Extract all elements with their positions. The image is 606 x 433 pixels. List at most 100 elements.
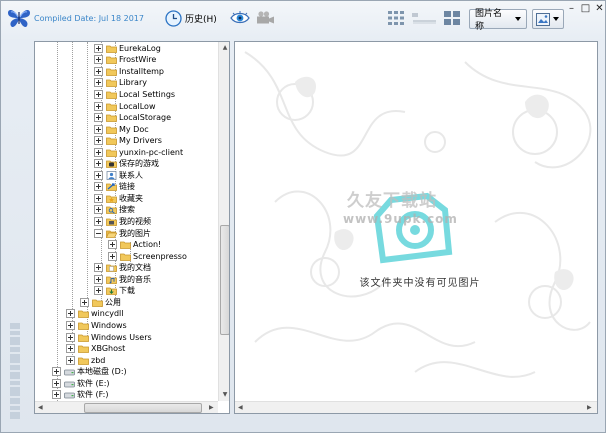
expand-icon[interactable] [94,55,103,65]
tree-row[interactable]: My Doc [94,123,149,135]
video-camera-icon[interactable] [255,10,275,26]
tree-row[interactable]: 联系人 [94,170,143,182]
tree-row[interactable]: yunxin-pc-client [94,146,183,158]
tree-row-label: Screenpresso [133,251,187,261]
expand-icon[interactable] [94,89,103,99]
expand-icon[interactable] [66,320,75,330]
expand-icon[interactable] [94,147,103,157]
expand-icon[interactable] [94,113,103,123]
tree-row[interactable]: XBGhost [66,343,125,355]
large-thumbnails-icon[interactable] [443,10,461,26]
close-icon[interactable]: ✕ [594,3,605,14]
thumbnail-horizontal-scrollbar[interactable]: ◀ ▶ [235,401,597,413]
tree-row[interactable]: Local Settings [94,89,175,101]
expand-icon[interactable] [94,43,103,53]
tree-row[interactable]: Windows Users [66,331,152,343]
scroll-left-icon[interactable]: ◀ [238,404,243,412]
tree-row[interactable]: 收藏夹 [94,193,143,205]
tree-row[interactable]: Installtemp [94,66,164,78]
tree-row[interactable]: 保存的游戏 [94,158,159,170]
history-button[interactable]: 历史(H) [165,8,217,28]
expand-icon[interactable] [94,205,103,215]
expand-icon[interactable] [94,182,103,192]
expand-icon[interactable] [52,390,61,400]
tree-row-label: Installtemp [119,66,165,76]
tree-row[interactable]: EurekaLog [94,43,161,55]
folder-icon [106,56,117,65]
expand-icon[interactable] [108,251,117,261]
drive-icon [64,392,75,399]
folder-tree-panel[interactable]: EurekaLog FrostWire Installtemp Library Loca… [34,41,230,414]
tree-row[interactable]: 链接 [94,181,135,193]
tree-row[interactable]: LocalLow [94,100,156,112]
tree-horizontal-scroll-thumb[interactable] [84,403,202,413]
scroll-right-icon[interactable]: ▶ [587,404,592,412]
tree-row[interactable]: Action! [108,239,161,251]
tree-vertical-scroll-thumb[interactable] [220,225,229,335]
tree-row[interactable]: 搜索 [94,204,135,216]
expand-icon[interactable] [94,159,103,169]
expand-icon[interactable] [94,263,103,273]
expand-icon[interactable] [108,240,117,250]
folder-icon [106,149,117,157]
expand-icon[interactable] [94,286,103,296]
tree-row[interactable]: 我的文档 [94,262,151,274]
expand-icon[interactable] [94,78,103,88]
tree-row-label: 联系人 [119,170,143,180]
expand-icon[interactable] [94,274,103,284]
expand-icon[interactable] [94,66,103,76]
tree-row[interactable]: 我的音乐 [94,274,151,286]
tree-row[interactable]: 我的图片 [94,227,151,239]
tree-row-label: zbd [91,355,106,365]
sort-by-dropdown[interactable]: 图片名称 [469,9,527,32]
expand-icon[interactable] [66,332,75,342]
expand-icon[interactable] [94,193,103,203]
tree-row[interactable]: 下载 [94,285,135,297]
scroll-left-icon[interactable]: ◀ [38,404,43,412]
expand-icon[interactable] [94,217,103,227]
tree-row[interactable]: FrostWire [94,54,156,66]
expand-icon[interactable] [52,367,61,377]
tree-row[interactable]: LocalStorage [94,112,171,124]
expand-icon[interactable] [66,309,75,319]
expand-icon[interactable] [66,344,75,354]
tree-row[interactable]: 软件 (E:) [52,377,110,389]
tree-row[interactable]: 我的视频 [94,216,151,228]
tree-row[interactable]: My Drivers [94,135,162,147]
tree-row[interactable]: 公用 [80,297,121,309]
eye-icon[interactable] [230,10,250,26]
folder-icon [106,103,117,111]
tree-row[interactable]: zbd [66,354,105,366]
scroll-down-icon[interactable]: ▼ [221,391,229,399]
expand-icon[interactable] [80,297,89,307]
folder-icon [120,253,131,261]
tree-vertical-scrollbar[interactable]: ▲ ▼ [218,42,229,401]
folder-open-icon [106,230,117,238]
thumbnail-view[interactable]: 久友下载站 www.9upk.com 该文件夹中没有可见图片 ◀ ▶ [234,41,598,414]
maximize-icon[interactable]: □ [580,3,591,14]
expand-icon[interactable] [94,124,103,134]
folder-icon [106,45,117,53]
tree-row[interactable]: Windows [66,320,127,332]
expand-icon[interactable] [94,136,103,146]
tree-row[interactable]: wincydll [66,308,124,320]
view-mode-dropdown[interactable] [532,9,564,29]
tree-horizontal-scrollbar[interactable]: ◀ ▶ [35,401,218,413]
expand-icon[interactable] [94,101,103,111]
tree-row[interactable]: Library [94,77,147,89]
thumbnail-size-slider-icon[interactable] [411,10,437,26]
tree-row[interactable]: Screenpresso [108,250,187,262]
expand-icon[interactable] [52,378,61,388]
small-thumbnails-icon[interactable] [387,10,405,26]
scroll-right-icon[interactable]: ▶ [209,404,214,412]
scroll-up-icon[interactable]: ▲ [221,44,229,52]
minimize-icon[interactable]: – [566,3,577,14]
butterfly-logo-icon [8,10,30,28]
search-folder-icon [106,207,117,215]
expand-icon[interactable] [66,355,75,365]
collapse-icon[interactable] [94,228,103,238]
tree-row[interactable]: 本地磁盘 (D:) [52,366,127,378]
drive-icon [64,381,75,388]
tree-row[interactable]: 软件 (F:) [52,389,108,401]
expand-icon[interactable] [94,170,103,180]
